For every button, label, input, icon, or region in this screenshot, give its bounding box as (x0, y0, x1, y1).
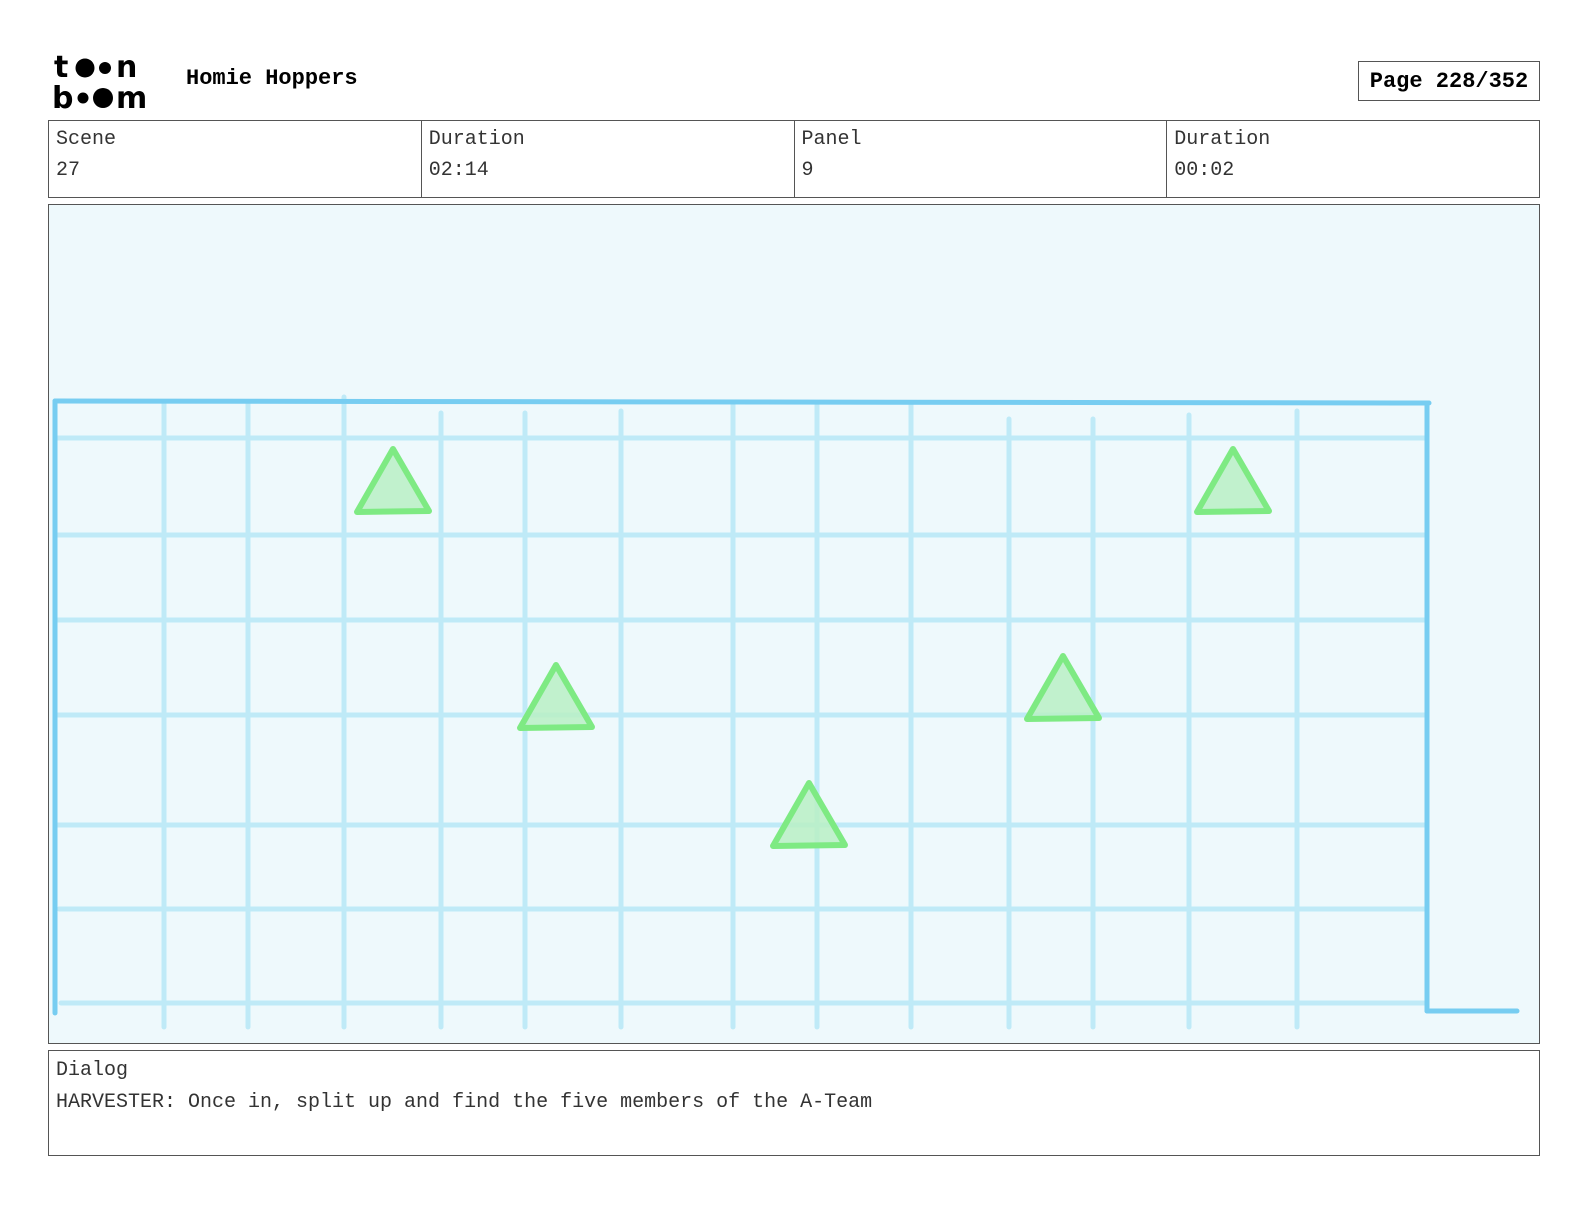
scene-label: Scene (56, 128, 117, 151)
panel-duration-value: 00:02 (1174, 159, 1235, 182)
panel-value: 9 (801, 159, 814, 182)
scene-duration-value: 02:14 (428, 159, 489, 182)
scene-duration-label: Duration (428, 128, 525, 151)
svg-text:n: n (116, 50, 137, 85)
panel-cell: Panel 9 (795, 121, 1168, 197)
scene-cell: Scene 27 (49, 121, 422, 197)
a-team-member-marker-5 (770, 780, 848, 849)
page-number: Page 228/352 (1358, 61, 1540, 101)
panel-info-row: Scene 27 Duration 02:14 Panel 9 Duration… (48, 120, 1540, 198)
a-team-member-marker-4 (1024, 653, 1102, 722)
dialog-label: Dialog (56, 1059, 129, 1082)
svg-text:b: b (52, 81, 73, 112)
project-title: Homie Hoppers (186, 66, 358, 91)
svg-text:m: m (116, 81, 147, 112)
panel-label: Panel (801, 128, 862, 151)
a-team-member-marker-2 (1194, 446, 1272, 515)
svg-text:t: t (54, 50, 68, 85)
marker-group (354, 446, 1272, 849)
scene-duration-cell: Duration 02:14 (422, 121, 795, 197)
panel-duration-label: Duration (1174, 128, 1271, 151)
dialog-text: HARVESTER: Once in, split up and find th… (56, 1091, 873, 1114)
storyboard-panel (48, 204, 1540, 1044)
a-team-member-marker-1 (354, 446, 432, 515)
dialog-box: Dialog HARVESTER: Once in, split up and … (48, 1050, 1540, 1156)
panel-sketch (52, 394, 1520, 1030)
toon-boom-logo: t n b m (52, 50, 147, 112)
a-team-member-marker-3 (517, 662, 595, 731)
panel-duration-cell: Duration 00:02 (1167, 121, 1539, 197)
scene-value: 27 (56, 159, 81, 182)
